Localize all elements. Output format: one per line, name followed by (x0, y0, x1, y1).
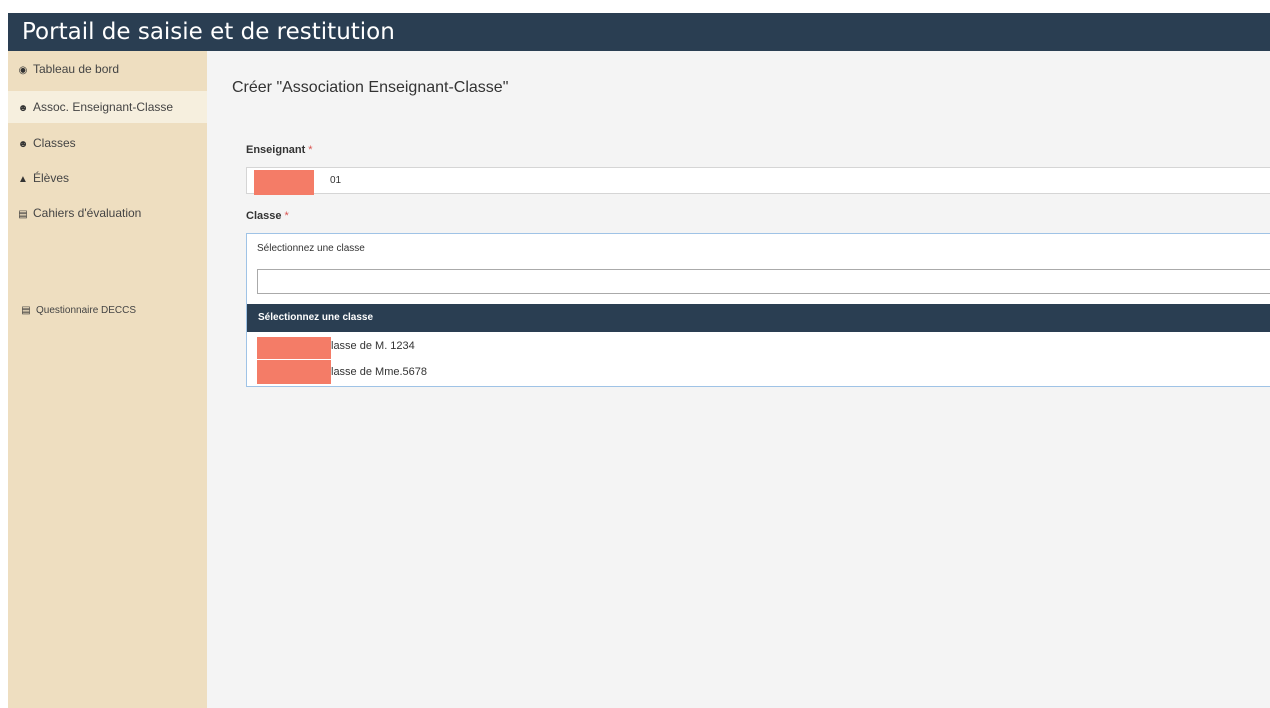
enseignant-field[interactable]: 01 (246, 167, 1270, 195)
enseignant-label: Enseignant * (246, 144, 313, 156)
sidebar-item-label: Élèves (33, 171, 70, 185)
redaction-box (257, 360, 331, 384)
graduation-cap-icon: ▲ (18, 174, 28, 185)
app-header: Portail de saisie et de restitution (8, 13, 1270, 51)
dashboard-icon: ◉ (18, 65, 28, 76)
option-label: lasse de Mme.5678 (331, 366, 427, 378)
classe-option-1[interactable]: lasse de M. 1234 (247, 334, 1270, 360)
sidebar: ◉ Tableau de bord ☻ Assoc. Enseignant-Clas… (8, 51, 207, 708)
document-icon: ▤ (18, 209, 28, 220)
redaction-box (254, 170, 314, 195)
sidebar-item-label: Questionnaire DECCS (36, 305, 137, 316)
sidebar-item-assoc-enseignant-classe[interactable]: ☻ Assoc. Enseignant-Classe (8, 91, 207, 123)
required-mark: * (284, 210, 289, 222)
sidebar-item-label: Cahiers d'évaluation (33, 206, 142, 220)
option-label: lasse de M. 1234 (331, 340, 415, 352)
enseignant-label-text: Enseignant (246, 144, 306, 156)
sidebar-item-questionnaire-deccs[interactable]: ▤ Questionnaire DECCS (8, 302, 207, 334)
sidebar-item-classes[interactable]: ☻ Classes (8, 134, 207, 166)
sidebar-item-label: Classes (33, 136, 76, 150)
sidebar-item-tableau-de-bord[interactable]: ◉ Tableau de bord (8, 60, 207, 92)
dropdown-header: Sélectionnez une classe (247, 304, 1270, 332)
sidebar-item-eleves[interactable]: ▲ Élèves (8, 169, 207, 201)
required-mark: * (308, 144, 313, 156)
document-icon: ▤ (21, 305, 31, 316)
page-title: Créer "Association Enseignant-Classe" (232, 79, 509, 96)
classe-select[interactable]: Sélectionnez une classe Sélectionnez une… (246, 233, 1270, 387)
classe-label-text: Classe (246, 210, 282, 222)
users-icon: ☻ (17, 103, 29, 114)
classe-label: Classe * (246, 210, 289, 222)
main-content: Créer "Association Enseignant-Classe" En… (207, 51, 1270, 708)
app-window: Portail de saisie et de restitution ◉ Tab… (8, 13, 1270, 708)
classe-option-2[interactable]: lasse de Mme.5678 (247, 360, 1270, 386)
sidebar-item-cahiers-evaluation[interactable]: ▤ Cahiers d'évaluation (8, 204, 207, 236)
classe-select-placeholder: Sélectionnez une classe (257, 243, 365, 254)
classe-search-input[interactable] (257, 269, 1270, 294)
sidebar-item-label: Tableau de bord (33, 62, 120, 76)
sidebar-item-label: Assoc. Enseignant-Classe (33, 100, 174, 114)
app-title: Portail de saisie et de restitution (22, 19, 395, 45)
enseignant-value: 01 (330, 175, 342, 186)
users-icon: ☻ (17, 139, 29, 150)
redaction-box (257, 337, 331, 359)
